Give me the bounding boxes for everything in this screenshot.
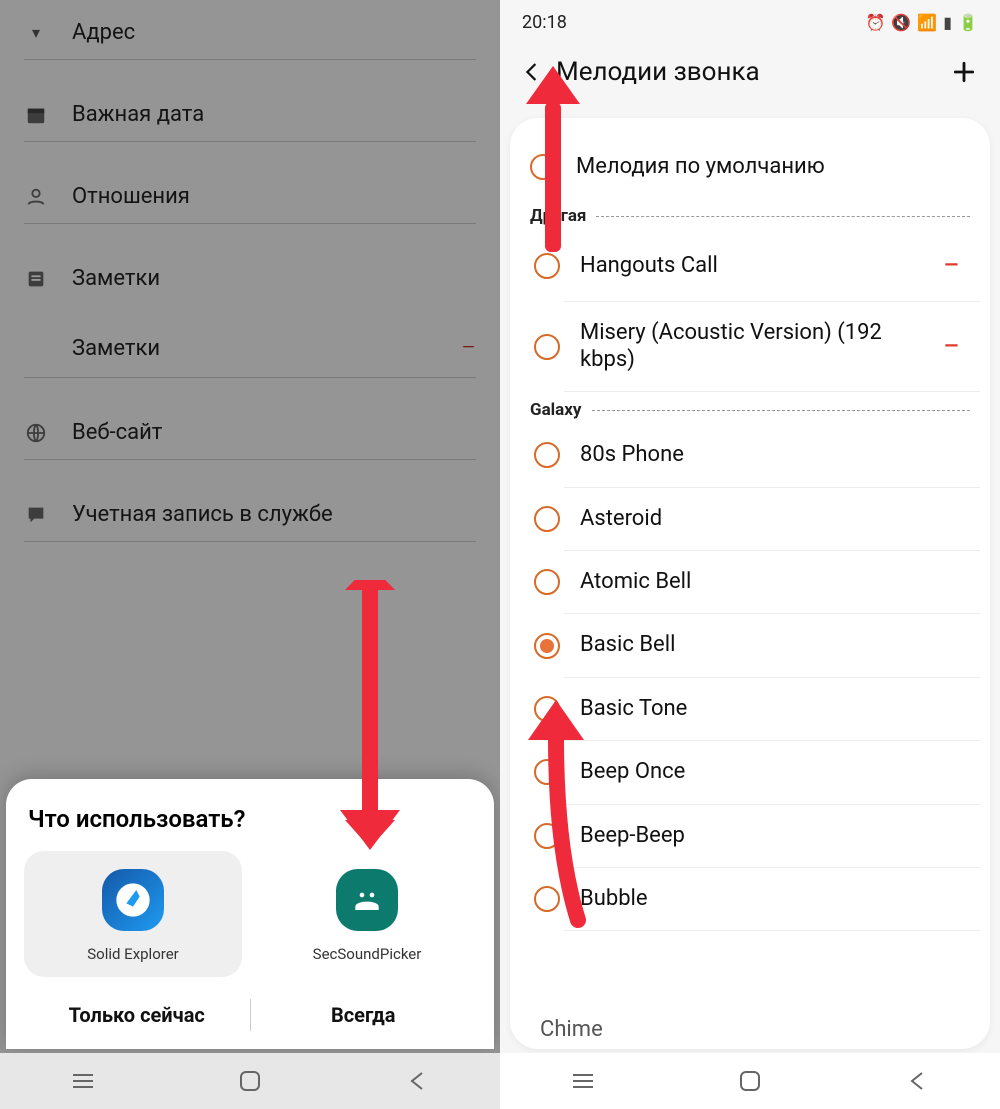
radio-icon [534,442,560,468]
nav-recents-button[interactable] [61,1072,105,1090]
radio-icon [534,569,560,595]
ringtone-label: Basic Bell [580,632,675,658]
ringtone-list: Мелодия по умолчанию Другая Hangouts Cal… [510,118,990,1049]
chooser-always-button[interactable]: Всегда [251,991,477,1039]
battery-icon: 🔋 [958,13,978,32]
signal-icon: ▮ [943,13,952,32]
chooser-title: Что использовать? [28,805,472,833]
delete-icon[interactable]: − [943,329,966,364]
ringtone-item[interactable]: 80s Phone [564,424,980,487]
status-time: 20:18 [522,12,567,33]
ringtone-label: Hangouts Call [580,253,718,279]
ringtone-label: Мелодия по умолчанию [576,154,825,180]
secsoundpicker-icon [336,869,398,931]
nav-back-button[interactable] [895,1070,939,1092]
solid-explorer-icon [102,869,164,931]
chooser-once-button[interactable]: Только сейчас [24,991,250,1039]
ringtone-label: Misery (Acoustic Version) (192 kbps) [580,320,923,373]
radio-icon [534,886,560,912]
add-button[interactable] [944,52,984,92]
radio-icon [534,696,560,722]
ringtone-label: 80s Phone [580,442,684,468]
radio-icon [534,759,560,785]
ringtone-label: Basic Tone [580,696,687,722]
nav-back-button[interactable] [395,1070,439,1092]
ringtone-label: Beep-Beep [580,823,685,849]
radio-icon [534,253,560,279]
section-galaxy: Galaxy [520,392,980,424]
nav-home-button[interactable] [728,1070,772,1092]
back-button[interactable] [512,52,552,92]
section-label: Galaxy [530,400,582,420]
right-phone: 20:18 ⏰ 🔇 📶 ▮ 🔋 Мелодии звонка Мелодия п… [500,0,1000,1109]
radio-icon [534,823,560,849]
status-icons: ⏰ 🔇 📶 ▮ 🔋 [866,13,979,32]
delete-icon[interactable]: − [943,248,966,283]
ringtone-item[interactable]: Beep Once [564,741,980,804]
ringtone-item[interactable]: Bubble [564,868,980,931]
mute-icon: 🔇 [891,13,911,32]
status-bar: 20:18 ⏰ 🔇 📶 ▮ 🔋 [500,0,1000,44]
radio-icon [534,334,560,360]
ringtone-item-cut[interactable]: Chime [510,1009,990,1049]
radio-icon [534,506,560,532]
section-other: Другая [520,198,980,230]
alarm-icon: ⏰ [866,13,886,32]
android-navbar [500,1053,1000,1109]
ringtone-item[interactable]: Beep-Beep [564,805,980,868]
app-bar: Мелодии звонка [500,44,1000,110]
app-label: SecSoundPicker [313,945,422,963]
left-phone: ▾ Адрес Важная дата Отношения Заметки За… [0,0,500,1109]
wifi-icon: 📶 [917,13,937,32]
nav-recents-button[interactable] [561,1072,605,1090]
ringtone-item[interactable]: Misery (Acoustic Version) (192 kbps) − [564,302,980,392]
ringtone-item[interactable]: Hangouts Call − [564,230,980,302]
chooser-app-secsoundpicker[interactable]: SecSoundPicker [258,851,476,977]
ringtone-default[interactable]: Мелодия по умолчанию [520,136,980,198]
ringtone-item[interactable]: Basic Bell [564,614,980,677]
ringtone-label: Beep Once [580,759,685,785]
ringtone-item[interactable]: Basic Tone [564,678,980,741]
chooser-app-solid-explorer[interactable]: Solid Explorer [24,851,242,977]
ringtone-label: Asteroid [580,506,662,532]
radio-icon [534,633,560,659]
ringtone-item[interactable]: Asteroid [564,488,980,551]
radio-icon [530,154,556,180]
ringtone-label: Bubble [580,886,648,912]
ringtone-label: Atomic Bell [580,569,691,595]
ringtone-label: Chime [540,1017,603,1042]
app-label: Solid Explorer [87,945,179,963]
section-label: Другая [530,206,586,226]
app-chooser-sheet: Что использовать? Solid Explorer SecSoun… [6,779,494,1049]
page-title: Мелодии звонка [556,57,760,87]
android-navbar [0,1053,500,1109]
ringtone-item[interactable]: Atomic Bell [564,551,980,614]
nav-home-button[interactable] [228,1070,272,1092]
